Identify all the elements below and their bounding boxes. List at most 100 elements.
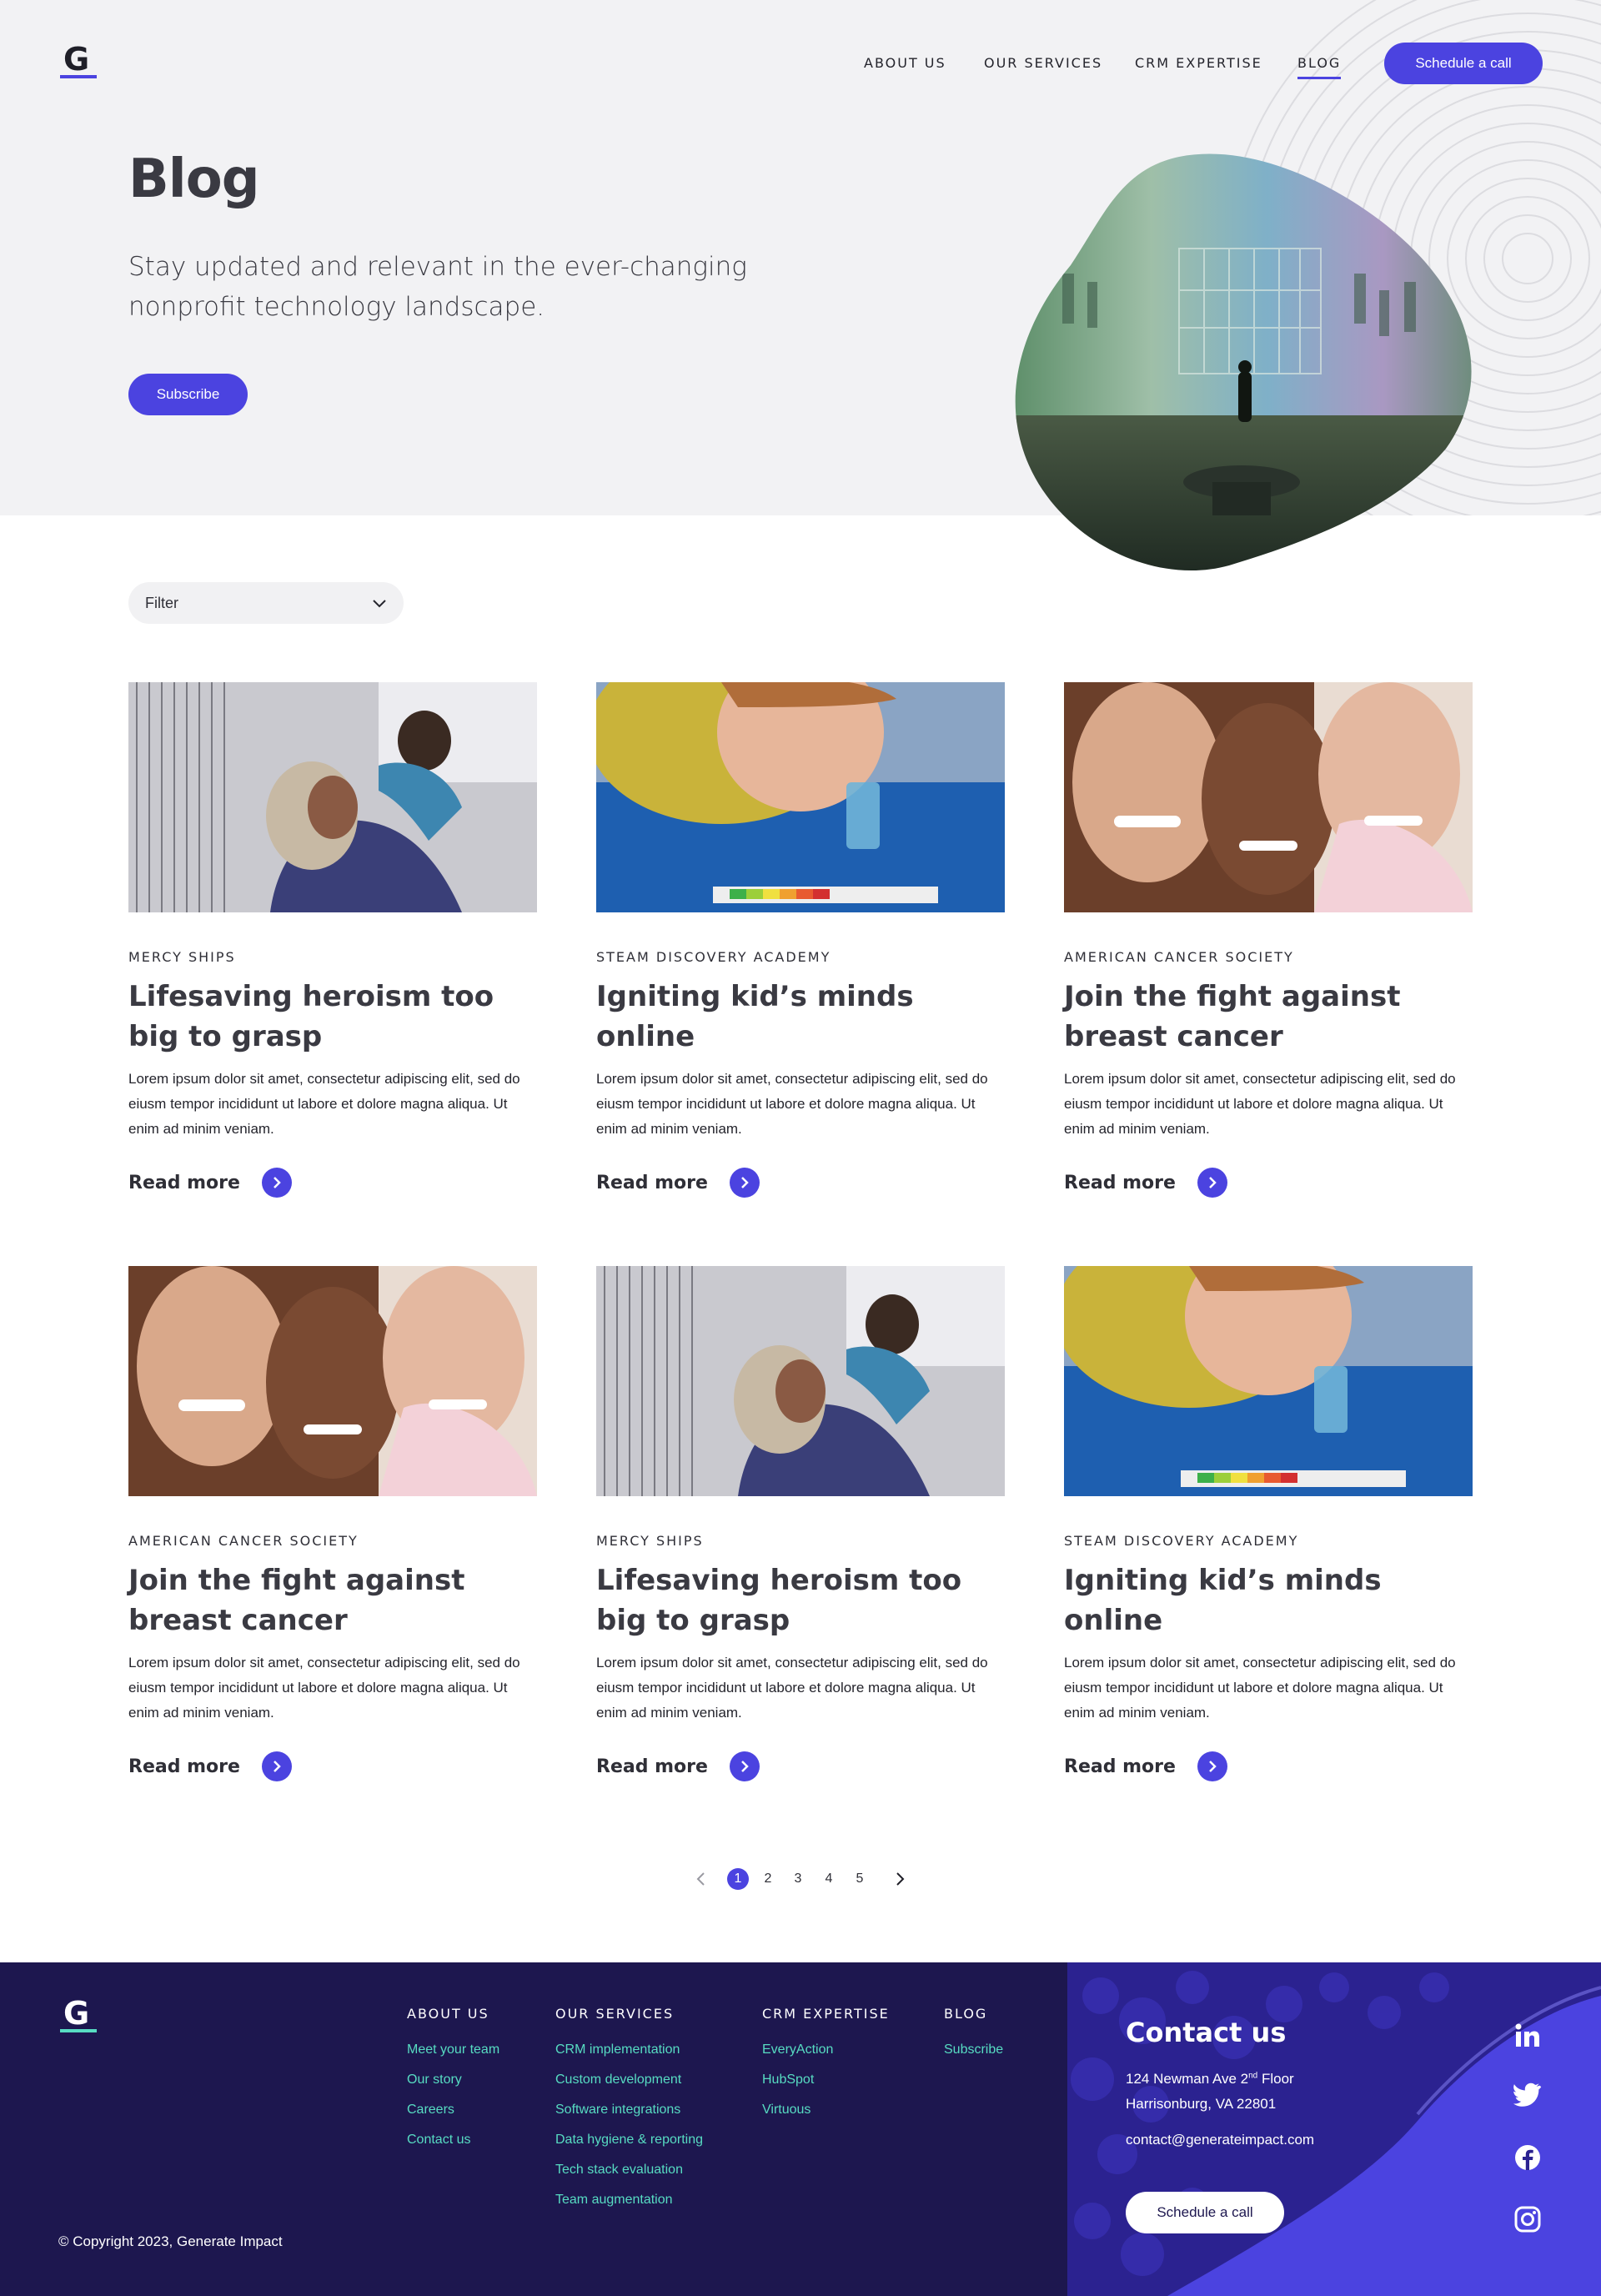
footer-col-blog: BLOG Subscribe: [944, 2006, 1003, 2065]
twitter-icon[interactable]: [1513, 2081, 1543, 2111]
footer-col-heading: ABOUT US: [407, 2006, 489, 2022]
footer-link[interactable]: EveryAction: [762, 2035, 890, 2065]
page-5[interactable]: 5: [849, 1868, 871, 1890]
read-more-link[interactable]: Read more: [128, 1751, 292, 1781]
footer-link[interactable]: Tech stack evaluation: [555, 2155, 703, 2185]
contact-address-line1: 124 Newman Ave 2nd Floor: [1126, 2071, 1294, 2088]
blog-card[interactable]: AMERICAN CANCER SOCIETY Join the fight a…: [1064, 682, 1473, 1199]
footer-link[interactable]: Subscribe: [944, 2035, 1003, 2065]
facebook-icon[interactable]: [1513, 2143, 1543, 2173]
blog-card[interactable]: MERCY SHIPS Lifesaving heroism too big t…: [128, 682, 537, 1199]
footer-link[interactable]: Data hygiene & reporting: [555, 2125, 703, 2155]
read-more-link[interactable]: Read more: [596, 1751, 760, 1781]
card-tag: AMERICAN CANCER SOCIETY: [128, 1533, 359, 1549]
page-3[interactable]: 3: [787, 1868, 809, 1890]
copyright: © Copyright 2023, Generate Impact: [58, 2233, 283, 2249]
footer-link[interactable]: Meet your team: [407, 2035, 499, 2065]
footer-link[interactable]: Careers: [407, 2095, 499, 2125]
nav-crm-expertise[interactable]: CRM EXPERTISE: [1135, 55, 1262, 71]
read-more-link[interactable]: Read more: [1064, 1168, 1227, 1198]
arrow-right-icon: [1197, 1168, 1227, 1198]
site-footer: G ABOUT US Meet your team Our story Care…: [0, 1962, 1601, 2296]
card-tag: MERCY SHIPS: [128, 949, 236, 965]
card-tag: MERCY SHIPS: [596, 1533, 704, 1549]
page-title: Blog: [128, 148, 259, 210]
footer-logo[interactable]: G: [58, 1994, 102, 2037]
subscribe-button[interactable]: Subscribe: [128, 374, 248, 415]
card-image[interactable]: [1064, 682, 1473, 912]
arrow-right-icon: [729, 1751, 760, 1781]
card-title[interactable]: Lifesaving heroism too big to grasp: [128, 977, 512, 1057]
card-image[interactable]: [596, 1266, 1005, 1496]
footer-logo-letter: G: [63, 1995, 89, 2032]
nav-blog[interactable]: BLOG: [1297, 55, 1342, 79]
filter-dropdown[interactable]: Filter: [128, 582, 404, 624]
page-subtitle: Stay updated and relevant in the ever-ch…: [128, 252, 747, 322]
footer-col-heading: BLOG: [944, 2006, 988, 2022]
address-street: 124 Newman Ave 2: [1126, 2071, 1249, 2087]
chevron-down-icon: [373, 600, 386, 608]
card-excerpt: Lorem ipsum dolor sit amet, consectetur …: [596, 1071, 988, 1137]
read-more-link[interactable]: Read more: [596, 1168, 760, 1198]
page-1[interactable]: 1: [727, 1868, 749, 1890]
card-title[interactable]: Join the fight against breast cancer: [1064, 977, 1448, 1057]
footer-col-heading: OUR SERVICES: [555, 2006, 675, 2022]
footer-link[interactable]: Custom development: [555, 2065, 703, 2095]
hero-blob-image: [1015, 153, 1472, 571]
footer-link[interactable]: Our story: [407, 2065, 499, 2095]
footer-link[interactable]: Virtuous: [762, 2095, 890, 2125]
blog-card[interactable]: STEAM DISCOVERY ACADEMY Igniting kid’s m…: [1064, 1266, 1473, 1783]
footer-link[interactable]: Software integrations: [555, 2095, 703, 2125]
page-2[interactable]: 2: [757, 1868, 779, 1890]
pagination: 1 2 3 4 5: [684, 1863, 917, 1893]
footer-link[interactable]: CRM implementation: [555, 2035, 703, 2065]
nav-our-services[interactable]: OUR SERVICES: [984, 55, 1102, 71]
address-floor: Floor: [1257, 2071, 1294, 2087]
read-more-link[interactable]: Read more: [128, 1168, 292, 1198]
footer-col-heading: CRM EXPERTISE: [762, 2006, 890, 2022]
card-excerpt: Lorem ipsum dolor sit amet, consectetur …: [1064, 1071, 1456, 1137]
main-nav: ABOUT US OUR SERVICES CRM EXPERTISE BLOG: [0, 50, 1601, 83]
blog-card[interactable]: MERCY SHIPS Lifesaving heroism too big t…: [596, 1266, 1005, 1783]
card-tag: AMERICAN CANCER SOCIETY: [1064, 949, 1294, 965]
read-more-label: Read more: [596, 1172, 708, 1193]
card-title[interactable]: Igniting kid’s minds online: [1064, 1560, 1448, 1640]
card-title[interactable]: Igniting kid’s minds online: [596, 977, 980, 1057]
card-image[interactable]: [596, 682, 1005, 912]
footer-col-about: ABOUT US Meet your team Our story Career…: [407, 2006, 499, 2155]
read-more-link[interactable]: Read more: [1064, 1751, 1227, 1781]
card-image[interactable]: [128, 1266, 537, 1496]
arrow-right-icon: [261, 1168, 292, 1198]
footer-texture: [1067, 1962, 1601, 2296]
footer-schedule-call-button[interactable]: Schedule a call: [1126, 2192, 1284, 2233]
card-excerpt: Lorem ipsum dolor sit amet, consectetur …: [128, 1071, 520, 1137]
nav-about-us[interactable]: ABOUT US: [864, 55, 946, 71]
chevron-left-icon[interactable]: [690, 1868, 712, 1890]
page-4[interactable]: 4: [818, 1868, 840, 1890]
card-title[interactable]: Lifesaving heroism too big to grasp: [596, 1560, 980, 1640]
contact-title: Contact us: [1126, 2017, 1287, 2048]
linkedin-icon[interactable]: [1513, 2022, 1543, 2052]
card-excerpt: Lorem ipsum dolor sit amet, consectetur …: [128, 1655, 520, 1721]
read-more-label: Read more: [128, 1172, 240, 1193]
schedule-call-button[interactable]: Schedule a call: [1384, 43, 1543, 84]
footer-col-services: OUR SERVICES CRM implementation Custom d…: [555, 2006, 703, 2215]
footer-link[interactable]: Team augmentation: [555, 2185, 703, 2215]
blog-card[interactable]: STEAM DISCOVERY ACADEMY Igniting kid’s m…: [596, 682, 1005, 1199]
contact-email[interactable]: contact@generateimpact.com: [1126, 2132, 1314, 2148]
read-more-label: Read more: [596, 1756, 708, 1777]
arrow-right-icon: [1197, 1751, 1227, 1781]
card-tag: STEAM DISCOVERY ACADEMY: [1064, 1533, 1299, 1549]
instagram-icon[interactable]: [1513, 2204, 1543, 2234]
blog-card[interactable]: AMERICAN CANCER SOCIETY Join the fight a…: [128, 1266, 537, 1783]
card-title[interactable]: Join the fight against breast cancer: [128, 1560, 512, 1640]
chevron-right-icon[interactable]: [889, 1868, 911, 1890]
card-image[interactable]: [128, 682, 537, 912]
footer-link[interactable]: Contact us: [407, 2125, 499, 2155]
card-image[interactable]: [1064, 1266, 1473, 1496]
filter-label: Filter: [145, 594, 178, 611]
card-excerpt: Lorem ipsum dolor sit amet, consectetur …: [596, 1655, 988, 1721]
read-more-label: Read more: [128, 1756, 240, 1777]
footer-link[interactable]: HubSpot: [762, 2065, 890, 2095]
address-ordinal: nd: [1248, 2071, 1258, 2081]
